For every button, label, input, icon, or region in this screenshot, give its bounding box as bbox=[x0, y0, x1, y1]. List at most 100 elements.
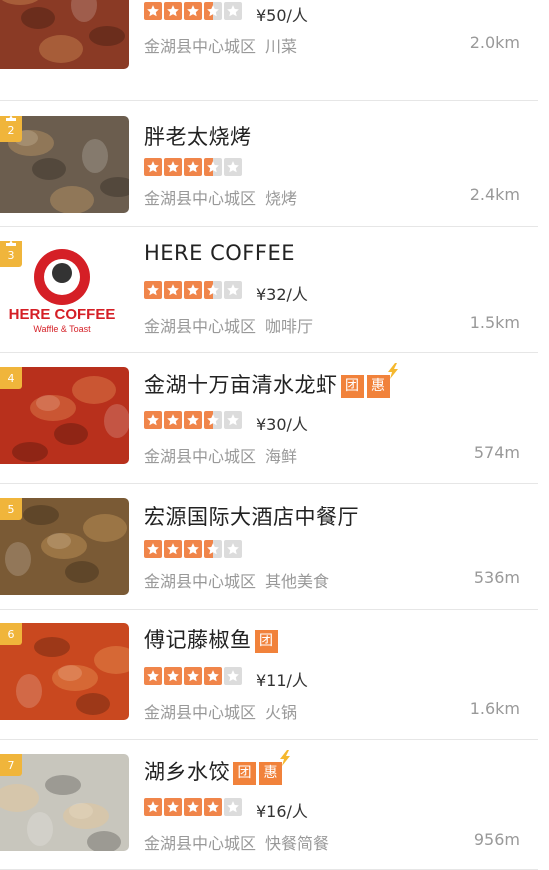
restaurant-thumbnail[interactable]: 4 bbox=[0, 367, 129, 464]
rank-number: 5 bbox=[7, 503, 15, 516]
price-per-person: ¥16/人 bbox=[256, 802, 308, 821]
star-icon bbox=[224, 798, 242, 816]
restaurant-name[interactable]: HERE COFFEE bbox=[144, 241, 295, 265]
distance: 2.4km bbox=[469, 185, 520, 204]
price-per-person: ¥11/人 bbox=[256, 671, 308, 690]
star-icon bbox=[184, 158, 202, 176]
list-item[interactable]: 6 傅记藤椒鱼团 ¥11/人金湖县中心城区 火锅 1.6km bbox=[0, 610, 538, 740]
distance: 2.0km bbox=[469, 33, 520, 52]
area-name: 金湖县中心城区 bbox=[144, 37, 257, 56]
star-icon bbox=[224, 281, 242, 299]
star-icon bbox=[144, 667, 162, 685]
cuisine-category: 其他美食 bbox=[265, 572, 330, 591]
cuisine-category: 咖啡厅 bbox=[265, 317, 314, 336]
list-item[interactable]: 7 湖乡水饺团惠 ¥16/人 金湖县中心城区 快餐简餐 956m bbox=[0, 740, 538, 870]
price-per-person: ¥32/人 bbox=[256, 285, 308, 304]
lightning-icon bbox=[387, 363, 398, 379]
star-icon bbox=[224, 411, 242, 429]
star-icon bbox=[204, 798, 222, 816]
restaurant-thumbnail[interactable]: 6 bbox=[0, 623, 129, 720]
restaurant-name[interactable]: 胖老太烧烤 bbox=[144, 121, 252, 151]
restaurant-thumbnail[interactable]: 7 bbox=[0, 754, 129, 851]
list-item[interactable]: 4 金湖十万亩清水龙虾团惠 ¥30/人金湖县中心城区 海鲜 574m bbox=[0, 353, 538, 484]
restaurant-name-text: 傅记藤椒鱼 bbox=[144, 628, 252, 652]
area-name: 金湖县中心城区 bbox=[144, 189, 257, 208]
restaurant-name-text: HERE COFFEE bbox=[144, 241, 295, 265]
star-icon bbox=[144, 158, 162, 176]
rank-badge: 7 bbox=[0, 754, 22, 776]
rank-number: 4 bbox=[7, 372, 15, 385]
star-icon bbox=[204, 540, 222, 558]
location-category: 金湖县中心城区 烧烤 bbox=[144, 185, 297, 209]
restaurant-name[interactable]: 金湖十万亩清水龙虾团惠 bbox=[144, 363, 398, 399]
restaurant-list: 1毛家地锅王团¥50/人金湖县中心城区川菜2.0km2胖老太烧烤金湖县中心城区烧… bbox=[0, 0, 549, 870]
star-icon bbox=[224, 667, 242, 685]
star-icon bbox=[164, 667, 182, 685]
restaurant-name[interactable]: 湖乡水饺团惠 bbox=[144, 750, 290, 786]
cuisine-category: 海鲜 bbox=[265, 447, 298, 466]
restaurant-thumbnail[interactable]: 1 bbox=[0, 0, 129, 69]
logo-text: HERE COFFEE bbox=[9, 306, 116, 323]
list-item[interactable]: HERE COFFEE Waffle & Toast 3 HERE COFFEE ¥32… bbox=[0, 227, 538, 353]
restaurant-name[interactable]: 宏源国际大酒店中餐厅 bbox=[144, 501, 359, 531]
star-icon bbox=[184, 2, 202, 20]
badge-group: 团惠 bbox=[338, 363, 398, 398]
star-icon bbox=[164, 281, 182, 299]
badge-group: 团惠 bbox=[230, 750, 290, 785]
restaurant-thumbnail[interactable]: 2 bbox=[0, 116, 129, 213]
price-per-person: ¥50/人 bbox=[256, 6, 308, 25]
list-item[interactable]: 2 胖老太烧烤金湖县中心城区 烧烤 2.4km bbox=[0, 101, 538, 227]
crown-icon bbox=[6, 116, 16, 126]
star-icon bbox=[224, 158, 242, 176]
distance: 574m bbox=[473, 443, 520, 462]
star-icon bbox=[164, 798, 182, 816]
location-category: 金湖县中心城区 其他美食 bbox=[144, 568, 329, 592]
distance: 1.6km bbox=[469, 699, 520, 718]
area-name: 金湖县中心城区 bbox=[144, 447, 257, 466]
star-icon bbox=[184, 540, 202, 558]
cuisine-category: 火锅 bbox=[265, 703, 298, 722]
restaurant-name-text: 金湖十万亩清水龙虾 bbox=[144, 373, 338, 397]
group-deal-badge: 团 bbox=[233, 762, 256, 785]
star-icon bbox=[164, 2, 182, 20]
star-icon bbox=[184, 798, 202, 816]
rank-number: 7 bbox=[7, 759, 15, 772]
rank-badge: 2 bbox=[0, 116, 22, 142]
rank-badge: 6 bbox=[0, 623, 22, 645]
cuisine-category: 川菜 bbox=[265, 37, 298, 56]
star-icon bbox=[144, 798, 162, 816]
restaurant-thumbnail[interactable]: HERE COFFEE Waffle & Toast 3 bbox=[0, 241, 129, 338]
restaurant-thumbnail[interactable]: 5 bbox=[0, 498, 129, 595]
area-name: 金湖县中心城区 bbox=[144, 834, 257, 853]
list-item[interactable]: 5 宏源国际大酒店中餐厅 金湖县中心城区 其他美食 536m bbox=[0, 484, 538, 610]
list-item[interactable]: 1毛家地锅王团¥50/人金湖县中心城区川菜2.0km bbox=[0, 0, 538, 101]
logo-subtext: Waffle & Toast bbox=[33, 324, 91, 334]
location-category: 金湖县中心城区 川菜 bbox=[144, 33, 297, 57]
restaurant-name-text: 湖乡水饺 bbox=[144, 760, 230, 784]
star-icon bbox=[204, 411, 222, 429]
star-icon bbox=[204, 2, 222, 20]
rank-badge: 4 bbox=[0, 367, 22, 389]
star-icon bbox=[184, 667, 202, 685]
rank-badge: 5 bbox=[0, 498, 22, 520]
price-per-person: ¥30/人 bbox=[256, 415, 308, 434]
area-name: 金湖县中心城区 bbox=[144, 572, 257, 591]
star-icon bbox=[144, 411, 162, 429]
location-category: 金湖县中心城区 火锅 bbox=[144, 699, 297, 723]
distance: 536m bbox=[473, 568, 520, 587]
star-icon bbox=[224, 2, 242, 20]
cuisine-category: 快餐简餐 bbox=[265, 834, 330, 853]
star-icon bbox=[224, 540, 242, 558]
lightning-icon bbox=[280, 750, 290, 766]
distance: 1.5km bbox=[469, 313, 520, 332]
location-category: 金湖县中心城区 咖啡厅 bbox=[144, 313, 313, 337]
star-icon bbox=[204, 667, 222, 685]
star-icon bbox=[164, 158, 182, 176]
group-deal-badge: 团 bbox=[254, 630, 278, 653]
restaurant-name-text: 宏源国际大酒店中餐厅 bbox=[144, 505, 359, 529]
restaurant-name[interactable]: 傅记藤椒鱼团 bbox=[144, 624, 278, 654]
group-deal-badge: 团 bbox=[340, 375, 364, 398]
crown-icon bbox=[6, 241, 16, 251]
star-icon bbox=[204, 281, 222, 299]
star-icon bbox=[144, 281, 162, 299]
